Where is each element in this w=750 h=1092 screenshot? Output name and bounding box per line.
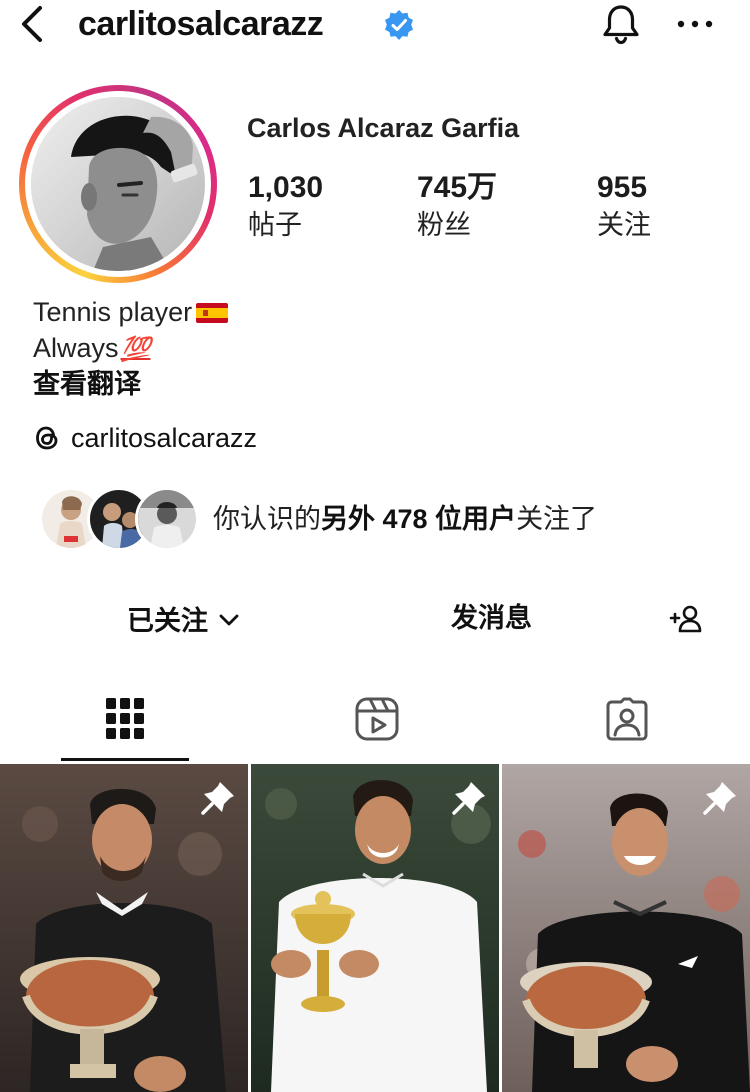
following-label: 关注 [597,210,651,240]
tab-tagged[interactable] [500,680,750,760]
posts-label: 帖子 [248,210,302,240]
back-icon[interactable] [12,2,52,46]
mutual-suffix: 关注了 [516,504,598,534]
followers-stat[interactable]: 745万 粉丝 [417,170,497,242]
profile-tabs [0,680,750,764]
bio-line-2: Always💯 [33,331,150,367]
mutual-followers-text: 你认识的另外 478 位用户关注了 [213,501,597,537]
threads-handle: carlitosalcarazz [71,423,258,453]
following-count: 955 [597,171,648,204]
pinned-icon [449,778,489,818]
top-bar: carlitosalcarazz [0,0,750,50]
add-person-icon[interactable] [669,604,703,634]
tab-posts-grid[interactable] [0,680,250,760]
story-ring[interactable] [19,85,217,283]
chevron-down-icon [218,598,240,626]
pinned-icon [198,778,238,818]
following-stat[interactable]: 955 关注 [597,170,651,242]
bio-line-1: Tennis player [33,295,229,329]
verified-icon [383,9,415,41]
threads-icon [33,423,61,453]
more-icon[interactable] [676,12,714,36]
post-thumbnail-2[interactable] [251,764,499,1092]
post-grid [0,764,750,1092]
posts-stat[interactable]: 1,030 帖子 [248,170,323,242]
tagged-icon [606,697,648,741]
bio-text-2: Always [33,333,119,363]
mutual-avatar-3 [135,487,199,551]
message-button[interactable]: 发消息 [451,598,532,638]
bio-text-1: Tennis player [33,297,193,327]
see-translation-link[interactable]: 查看翻译 [33,367,141,401]
mutual-count: 另外 478 位用户 [321,504,517,534]
bell-icon[interactable] [598,1,644,47]
followers-count: 745万 [417,171,498,204]
full-name: Carlos Alcaraz Garfia [247,113,520,143]
grid-icon [106,698,144,739]
following-button[interactable]: 已关注 [127,598,240,641]
mutual-prefix: 你认识的 [213,504,321,534]
hundred-emoji: 💯 [120,336,151,363]
spain-flag-icon [196,297,229,323]
reels-icon [355,697,399,741]
active-tab-indicator [61,758,189,761]
following-button-label: 已关注 [127,606,208,636]
username-title: carlitosalcarazz [78,5,324,43]
tab-reels[interactable] [250,680,500,760]
posts-count: 1,030 [248,171,324,204]
post-thumbnail-3[interactable] [502,764,750,1092]
mutual-followers[interactable]: 你认识的另外 478 位用户关注了 [39,487,739,553]
followers-label: 粉丝 [417,210,471,240]
avatar[interactable] [31,97,205,271]
pinned-icon [700,778,740,818]
post-thumbnail-1[interactable] [0,764,248,1092]
